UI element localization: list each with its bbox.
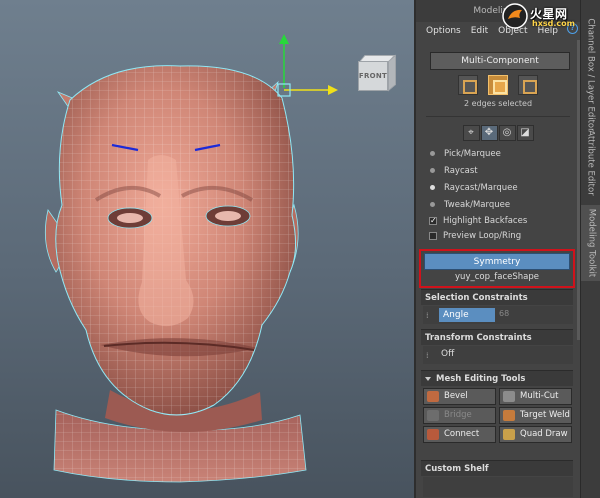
- vertex-mode-icon[interactable]: [458, 75, 478, 95]
- transform-constraint-row: ⁞ Off: [423, 346, 573, 364]
- move-tool-icon[interactable]: ✥: [480, 125, 498, 141]
- collapse-triangle-icon: [425, 376, 431, 381]
- target-weld-icon: [503, 410, 515, 421]
- tab-channel-box-label: Channel Box / Layer Editor: [586, 18, 597, 132]
- angle-dropdown[interactable]: Angle: [439, 308, 495, 322]
- tweak-marquee-option[interactable]: Tweak/Marquee: [416, 196, 580, 213]
- tab-modeling-toolkit-label: Modeling Toolkit: [586, 208, 596, 278]
- radio-selected-icon: [430, 185, 435, 190]
- multi-component-button[interactable]: Multi-Component: [430, 52, 570, 70]
- menu-edit[interactable]: Edit: [471, 26, 488, 36]
- side-tabs: Channel Box / Layer Editor Attribute Edi…: [580, 0, 600, 498]
- selection-constraints-header[interactable]: Selection Constraints: [421, 289, 573, 305]
- tweak-marquee-label: Tweak/Marquee: [444, 199, 511, 210]
- tab-attribute-editor[interactable]: Attribute Editor: [581, 128, 600, 198]
- bevel-label: Bevel: [444, 391, 468, 401]
- menu-options[interactable]: Options: [426, 26, 461, 36]
- symmetry-target: yuy_cop_faceShape: [455, 272, 539, 282]
- radio-icon: [430, 151, 435, 156]
- tab-modeling-toolkit[interactable]: Modeling Toolkit: [581, 205, 600, 281]
- symmetry-button[interactable]: Symmetry: [424, 253, 570, 270]
- mesh-editing-tools-header[interactable]: Mesh Editing Tools: [421, 370, 573, 386]
- viewcube-front-label: FRONT: [358, 61, 388, 91]
- transform-constraints-header[interactable]: Transform Constraints: [421, 329, 573, 345]
- quad-draw-label: Quad Draw: [520, 429, 568, 439]
- viewcube[interactable]: FRONT: [352, 54, 398, 99]
- selection-tool-icons: ⌖ ✥ ◎ ◪: [416, 125, 580, 141]
- radio-icon: [430, 168, 435, 173]
- target-weld-button[interactable]: Target Weld: [499, 407, 572, 424]
- bevel-icon: [427, 391, 439, 402]
- logo-bird-icon: [502, 3, 528, 29]
- scale-tool-icon[interactable]: ◪: [516, 125, 534, 141]
- bevel-button[interactable]: Bevel: [423, 388, 496, 405]
- angle-constraint-row: ⁞ Angle 68: [423, 306, 573, 324]
- multi-cut-button[interactable]: Multi-Cut: [499, 388, 572, 405]
- raycast-label: Raycast: [444, 165, 478, 176]
- raycast-marquee-option[interactable]: Raycast/Marquee: [416, 179, 580, 196]
- watermark-logo: 火星网 hxsd.com: [502, 3, 597, 31]
- divider: [426, 116, 570, 117]
- raycast-marquee-label: Raycast/Marquee: [444, 182, 518, 193]
- bridge-label: Bridge: [444, 410, 472, 420]
- bridge-button[interactable]: Bridge: [423, 407, 496, 424]
- component-mode-icons: [416, 75, 580, 95]
- multi-cut-label: Multi-Cut: [520, 391, 559, 401]
- angle-value[interactable]: 68: [499, 309, 509, 318]
- preview-loop-ring-label: Preview Loop/Ring: [443, 230, 522, 241]
- connect-label: Connect: [444, 429, 480, 439]
- highlight-backfaces-checkbox[interactable]: ✓ Highlight Backfaces: [416, 213, 580, 228]
- pick-marquee-label: Pick/Marquee: [444, 148, 501, 159]
- tab-channel-box[interactable]: Channel Box / Layer Editor: [581, 18, 600, 131]
- bridge-icon: [427, 410, 439, 421]
- preview-loop-ring-checkbox[interactable]: Preview Loop/Ring: [416, 228, 580, 243]
- quad-draw-icon: [503, 429, 515, 440]
- rotate-tool-icon[interactable]: ◎: [498, 125, 516, 141]
- uv-mode-icon[interactable]: [518, 75, 538, 95]
- connect-icon: [427, 429, 439, 440]
- watermark-url: hxsd.com: [532, 19, 575, 28]
- target-weld-label: Target Weld: [520, 410, 570, 420]
- multi-cut-icon: [503, 391, 515, 402]
- transform-constraint-value[interactable]: Off: [441, 349, 454, 359]
- mesh-editing-tools-label: Mesh Editing Tools: [436, 374, 526, 384]
- quad-draw-button[interactable]: Quad Draw: [499, 426, 572, 443]
- checkbox-icon: [429, 231, 437, 240]
- grip-icon: ⁞: [426, 311, 429, 320]
- connect-button[interactable]: Connect: [423, 426, 496, 443]
- raycast-option[interactable]: Raycast: [416, 162, 580, 179]
- select-tool-icon[interactable]: ⌖: [462, 125, 480, 141]
- tab-attribute-editor-label: Attribute Editor: [586, 130, 597, 196]
- highlight-backfaces-label: Highlight Backfaces: [443, 215, 528, 226]
- face-mode-icon[interactable]: [488, 75, 508, 95]
- custom-shelf-area[interactable]: [423, 477, 573, 497]
- pick-marquee-option[interactable]: Pick/Marquee: [416, 145, 580, 162]
- custom-shelf-header[interactable]: Custom Shelf: [421, 460, 573, 476]
- grip-icon: ⁞: [426, 351, 429, 360]
- selection-status: 2 edges selected: [463, 99, 533, 108]
- checkmark-icon: ✓: [429, 215, 437, 225]
- 3d-viewport[interactable]: FRONT: [0, 0, 414, 498]
- radio-icon: [430, 202, 435, 207]
- viewcube-side: [388, 54, 396, 92]
